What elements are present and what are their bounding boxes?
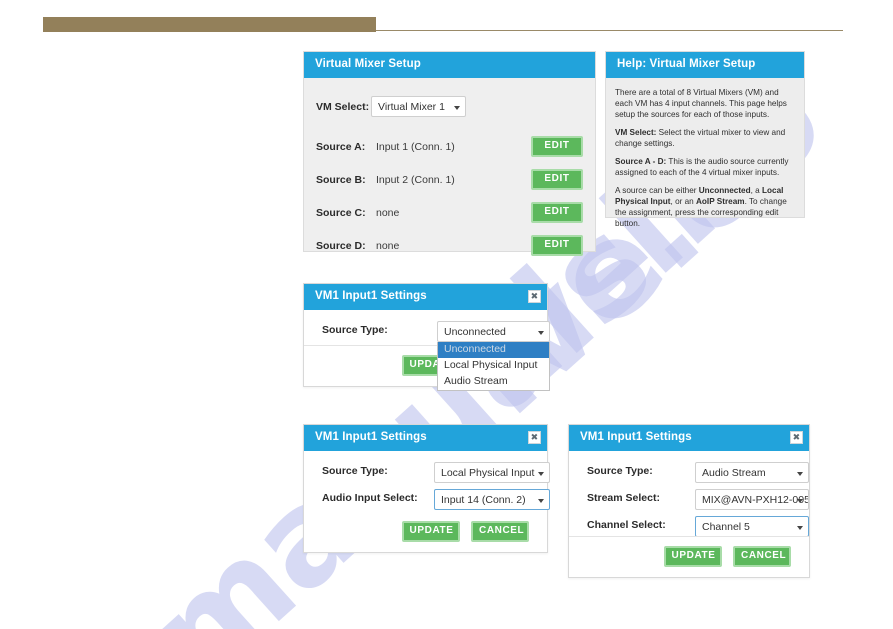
source-b-label: Source B: <box>316 173 366 186</box>
help-panel-title: Help: Virtual Mixer Setup <box>606 52 804 78</box>
help-bold-unconnected: Unconnected <box>698 186 751 195</box>
dialog-local-source-type-label: Source Type: <box>322 465 388 477</box>
close-icon[interactable]: ✖ <box>528 290 541 303</box>
dialog-unconnected-title: VM1 Input1 Settings ✖ <box>304 284 547 310</box>
dialog-stream-stream-select-label: Stream Select: <box>587 492 660 504</box>
virtual-mixer-setup-panel: Virtual Mixer Setup VM Select: Virtual M… <box>303 51 596 256</box>
stream-select-value: MIX@AVN-PXH12-0050C20 <box>702 493 808 506</box>
vm-select-value: Virtual Mixer 1 <box>378 100 445 113</box>
page-root: Virtual Mixer Setup VM Select: Virtual M… <box>0 0 893 629</box>
chevron-down-icon <box>538 498 544 503</box>
dialog-local-audio-input-row: Audio Input Select: Input 14 (Conn. 2) <box>322 489 550 510</box>
close-icon[interactable]: ✖ <box>528 431 541 444</box>
dialog-stream-footer: UPDATE CANCEL <box>569 536 809 577</box>
virtual-mixer-setup-body: VM Select: Virtual Mixer 1 Source A: Inp… <box>304 78 595 262</box>
source-d-row: Source D: none EDIT <box>304 229 595 262</box>
edit-source-a-button[interactable]: EDIT <box>531 135 583 157</box>
stream-select-dropdown[interactable]: MIX@AVN-PXH12-0050C20 <box>695 489 809 510</box>
help-paragraph-source-types: A source can be either Unconnected, a Lo… <box>615 185 795 229</box>
help-bold-aoip-stream: AoIP Stream <box>696 197 745 206</box>
cancel-button[interactable]: CANCEL <box>733 546 791 567</box>
dialog-local-source-type-row: Source Type: Local Physical Input <box>322 462 550 483</box>
source-type-dropdown[interactable]: Local Physical Input <box>434 462 550 483</box>
source-type-option-local-physical-input[interactable]: Local Physical Input <box>438 358 549 374</box>
dialog-stream-title: VM1 Input1 Settings ✖ <box>569 425 809 451</box>
dialog-stream-channel-select-row: Channel Select: Channel 5 <box>587 516 809 537</box>
header-rule <box>376 30 843 31</box>
help-paragraph-intro: There are a total of 8 Virtual Mixers (V… <box>615 88 787 119</box>
edit-source-d-button[interactable]: EDIT <box>531 234 583 256</box>
update-button[interactable]: UPDATE <box>401 521 460 542</box>
chevron-down-icon <box>797 498 803 503</box>
vm-select-label: VM Select: <box>316 100 370 113</box>
edit-source-c-button[interactable]: EDIT <box>531 201 583 223</box>
chevron-down-icon <box>797 471 803 476</box>
dialog-local-footer: UPDATE CANCEL <box>304 512 547 552</box>
source-c-label: Source C: <box>316 206 366 219</box>
source-a-row: Source A: Input 1 (Conn. 1) EDIT <box>304 130 595 163</box>
source-c-row: Source C: none EDIT <box>304 196 595 229</box>
source-type-value: Unconnected <box>444 325 506 338</box>
audio-input-select-value: Input 14 (Conn. 2) <box>441 493 526 506</box>
help-panel: Help: Virtual Mixer Setup There are a to… <box>605 51 805 228</box>
source-type-options-list[interactable]: Unconnected Local Physical Input Audio S… <box>437 342 550 391</box>
close-icon[interactable]: ✖ <box>790 431 803 444</box>
chevron-down-icon <box>797 525 803 530</box>
help-bold-source-ad: Source A - D: <box>615 157 667 166</box>
vm-select-row: VM Select: Virtual Mixer 1 <box>304 90 595 123</box>
chevron-down-icon <box>454 105 460 110</box>
source-type-dropdown[interactable]: Audio Stream <box>695 462 809 483</box>
help-text-p4c: , or an <box>670 197 697 206</box>
dialog-unconnected-source-type-label: Source Type: <box>322 324 388 336</box>
channel-select-dropdown[interactable]: Channel 5 <box>695 516 809 537</box>
virtual-mixer-setup-title: Virtual Mixer Setup <box>304 52 595 78</box>
dialog-unconnected-source-type-row: Source Type: Unconnected Unconnected Loc… <box>322 321 550 391</box>
source-type-dropdown[interactable]: Unconnected <box>437 321 550 342</box>
source-type-option-unconnected[interactable]: Unconnected <box>438 342 549 358</box>
vm-select-dropdown[interactable]: Virtual Mixer 1 <box>371 96 466 117</box>
help-panel-body: There are a total of 8 Virtual Mixers (V… <box>606 78 804 237</box>
source-type-option-audio-stream[interactable]: Audio Stream <box>438 374 549 390</box>
dialog-stream-title-text: VM1 Input1 Settings <box>580 431 692 443</box>
header-accent-bar <box>43 17 376 32</box>
dialog-stream-stream-select-row: Stream Select: MIX@AVN-PXH12-0050C20 <box>587 489 809 510</box>
source-a-label: Source A: <box>316 140 366 153</box>
dialog-local-audio-input-label: Audio Input Select: <box>322 492 418 504</box>
dialog-stream-channel-select-label: Channel Select: <box>587 519 666 531</box>
source-b-row: Source B: Input 2 (Conn. 1) EDIT <box>304 163 595 196</box>
chevron-down-icon <box>538 471 544 476</box>
help-text-p4a: A source can be either <box>615 186 699 195</box>
vm1-input1-settings-dialog-stream: VM1 Input1 Settings ✖ Source Type: Audio… <box>568 424 810 578</box>
edit-source-b-button[interactable]: EDIT <box>531 168 583 190</box>
dialog-local-title: VM1 Input1 Settings ✖ <box>304 425 547 451</box>
source-type-value: Audio Stream <box>702 466 766 479</box>
help-bold-vm-select: VM Select: <box>615 128 657 137</box>
chevron-down-icon <box>538 330 544 335</box>
cancel-button[interactable]: CANCEL <box>471 521 529 542</box>
help-paragraph-source-ad: Source A - D: This is the audio source c… <box>615 156 795 178</box>
help-paragraph-vm-select: VM Select: Select the virtual mixer to v… <box>615 127 795 149</box>
dialog-local-title-text: VM1 Input1 Settings <box>315 431 427 443</box>
channel-select-value: Channel 5 <box>702 520 750 533</box>
vm1-input1-settings-dialog-unconnected: VM1 Input1 Settings ✖ Source Type: Uncon… <box>303 283 550 391</box>
source-d-label: Source D: <box>316 239 366 252</box>
source-type-value: Local Physical Input <box>441 466 535 479</box>
dialog-unconnected-title-text: VM1 Input1 Settings <box>315 290 427 302</box>
help-text-p4b: , a <box>750 186 763 195</box>
vm1-input1-settings-dialog-local: VM1 Input1 Settings ✖ Source Type: Local… <box>303 424 550 553</box>
dialog-stream-source-type-row: Source Type: Audio Stream <box>587 462 809 483</box>
audio-input-select-dropdown[interactable]: Input 14 (Conn. 2) <box>434 489 550 510</box>
update-button[interactable]: UPDATE <box>663 546 722 567</box>
dialog-stream-source-type-label: Source Type: <box>587 465 653 477</box>
